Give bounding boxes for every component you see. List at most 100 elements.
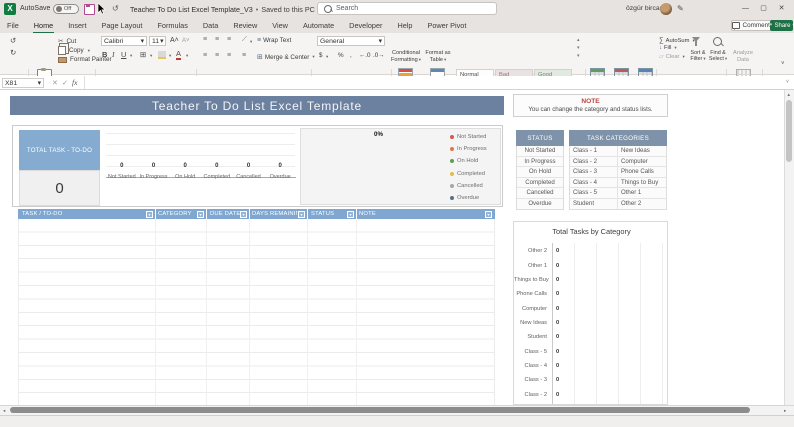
- shrink-font-button[interactable]: A˅: [182, 38, 190, 44]
- category-chart[interactable]: Total Tasks by Category Other 2 0 Other …: [513, 221, 668, 405]
- share-button[interactable]: ↗ Share ▾: [767, 20, 794, 31]
- task-categories-row[interactable]: Class - 4 Things to Buy: [570, 177, 666, 189]
- fill-color-button[interactable]: [158, 51, 166, 59]
- document-title[interactable]: Teacher To Do List Excel Template_V3 • S…: [130, 5, 321, 14]
- header-task[interactable]: TASK / TO-DO: [22, 211, 62, 217]
- category-name-cell[interactable]: Things to Buy: [618, 178, 666, 188]
- category-class-cell[interactable]: Class - 1: [570, 146, 618, 156]
- vertical-scroll-thumb[interactable]: [786, 100, 792, 162]
- bold-button[interactable]: B: [102, 50, 107, 59]
- category-name-cell[interactable]: Phone Calls: [618, 167, 666, 177]
- scroll-left-icon[interactable]: ◂: [3, 408, 5, 414]
- align-top-button[interactable]: ≡: [203, 36, 207, 43]
- task-table-rows[interactable]: [18, 219, 495, 405]
- decrease-indent-button[interactable]: ≡: [242, 52, 246, 59]
- ribbon-tab[interactable]: Data: [202, 19, 219, 32]
- ribbon-tab[interactable]: Home: [32, 19, 55, 33]
- redo-button[interactable]: ↻: [10, 48, 16, 57]
- collapse-ribbon-icon[interactable]: ˅: [781, 61, 785, 67]
- filter-dropdown-button[interactable]: ▾: [485, 210, 492, 218]
- filter-dropdown-button[interactable]: ▾: [197, 210, 204, 218]
- percent-style-button[interactable]: %: [338, 52, 344, 59]
- category-class-cell[interactable]: Student: [570, 198, 618, 209]
- task-categories-row[interactable]: Class - 1 New Ideas: [570, 146, 666, 157]
- autosave-toggle[interactable]: Off: [53, 4, 79, 14]
- gallery-up-icon[interactable]: ▴: [577, 37, 580, 43]
- conditional-formatting-button[interactable]: Conditional Formatting▾: [390, 50, 422, 63]
- underline-dropdown-icon[interactable]: ▾: [130, 53, 132, 59]
- accounting-dropdown-icon[interactable]: ▾: [326, 54, 328, 60]
- avatar[interactable]: [660, 3, 672, 15]
- comma-style-button[interactable]: ,: [350, 52, 352, 59]
- merge-dropdown-icon[interactable]: ▾: [312, 54, 314, 60]
- header-status[interactable]: STATUS: [311, 211, 334, 217]
- category-name-cell[interactable]: Other 2: [618, 199, 666, 209]
- gallery-down-icon[interactable]: ▾: [577, 45, 580, 51]
- orientation-dropdown-icon[interactable]: ▾: [250, 39, 252, 45]
- header-note[interactable]: NOTE: [359, 211, 376, 217]
- font-color-button[interactable]: A: [176, 49, 182, 60]
- filter-dropdown-button[interactable]: ▾: [240, 210, 247, 218]
- task-categories-row[interactable]: Class - 2 Computer: [570, 156, 666, 168]
- header-due-date[interactable]: DUE DATE: [210, 211, 240, 217]
- accounting-format-button[interactable]: $: [319, 52, 323, 59]
- status-list-item[interactable]: Cancelled: [517, 188, 563, 199]
- find-select-button[interactable]: Find & Select▾: [707, 50, 729, 63]
- ribbon-tab[interactable]: Page Layout: [100, 19, 143, 32]
- status-list-item[interactable]: Not Started: [517, 146, 563, 157]
- underline-button[interactable]: U: [121, 50, 126, 59]
- number-format-select[interactable]: General ▾: [317, 36, 385, 46]
- filter-dropdown-button[interactable]: ▾: [146, 210, 153, 218]
- copy-button[interactable]: Copy ▾: [58, 46, 90, 55]
- wrap-text-button[interactable]: ≡ Wrap Text: [257, 37, 291, 44]
- close-button[interactable]: ✕: [774, 2, 789, 16]
- status-list-item[interactable]: On Hold: [517, 167, 563, 178]
- ribbon-tab[interactable]: Review: [232, 19, 258, 32]
- borders-dropdown-icon[interactable]: ▾: [150, 53, 152, 59]
- task-categories-row[interactable]: Class - 5 Other 1: [570, 188, 666, 199]
- ribbon-tab[interactable]: Developer: [348, 19, 383, 32]
- font-size-select[interactable]: 11 ▾: [149, 36, 166, 46]
- ribbon-tab[interactable]: File: [6, 19, 20, 32]
- align-left-button[interactable]: ≡: [203, 52, 207, 59]
- italic-button[interactable]: I: [112, 50, 115, 59]
- total-task-value-box[interactable]: 0: [19, 170, 100, 206]
- orientation-button[interactable]: ⟋: [242, 36, 247, 44]
- gallery-more-icon[interactable]: ▾: [577, 53, 580, 59]
- status-list-item[interactable]: Overdue: [517, 198, 563, 209]
- font-family-select[interactable]: Calibri ▾: [101, 36, 147, 46]
- category-class-cell[interactable]: Class - 4: [570, 177, 618, 188]
- enter-check-icon[interactable]: ✓: [62, 79, 68, 87]
- header-category[interactable]: CATEGORY: [158, 211, 192, 217]
- ribbon-tab[interactable]: Help: [396, 19, 413, 32]
- filter-dropdown-button[interactable]: ▾: [347, 210, 354, 218]
- undo-icon[interactable]: ↺: [112, 4, 119, 13]
- user-name[interactable]: özgür bircan: [626, 5, 663, 12]
- task-categories-row[interactable]: Student Other 2: [570, 198, 666, 209]
- status-bar-chart[interactable]: 0 Not Started 0 In Progress 0 On Hold 0 …: [106, 163, 296, 189]
- fill-color-dropdown-icon[interactable]: ▾: [169, 53, 171, 59]
- ribbon-tab[interactable]: Formulas: [156, 19, 188, 32]
- status-list-item[interactable]: In Progress: [517, 156, 563, 168]
- cut-button[interactable]: ✂ Cut: [58, 37, 76, 46]
- minimize-button[interactable]: —: [738, 2, 753, 16]
- align-bottom-button[interactable]: ≡: [227, 36, 231, 43]
- cancel-icon[interactable]: ✕: [52, 79, 58, 87]
- analyze-data-button[interactable]: Analyze Data: [728, 50, 758, 63]
- align-middle-button[interactable]: ≡: [215, 36, 219, 43]
- decrease-decimal-button[interactable]: .0→: [373, 52, 385, 59]
- borders-button[interactable]: ⊞: [140, 50, 146, 59]
- format-as-table-button[interactable]: Format as Table▾: [424, 50, 452, 63]
- horizontal-scroll-thumb[interactable]: [10, 407, 750, 413]
- grow-font-button[interactable]: A˄: [170, 37, 179, 44]
- autosum-button[interactable]: ∑ AutoSum ▾: [659, 37, 695, 44]
- ribbon-tab[interactable]: Power Pivot: [426, 19, 467, 32]
- maximize-button[interactable]: ▢: [756, 2, 771, 16]
- clear-button[interactable]: ▱ Clear ▾: [659, 53, 685, 61]
- increase-decimal-button[interactable]: ←.0: [359, 52, 371, 59]
- sort-filter-button[interactable]: Sort & Filter▾: [687, 50, 709, 63]
- undo-button[interactable]: ↺: [10, 36, 16, 45]
- insert-function-button[interactable]: fx: [72, 78, 77, 87]
- category-name-cell[interactable]: Other 1: [618, 188, 666, 198]
- name-box[interactable]: X81 ▾: [2, 78, 44, 88]
